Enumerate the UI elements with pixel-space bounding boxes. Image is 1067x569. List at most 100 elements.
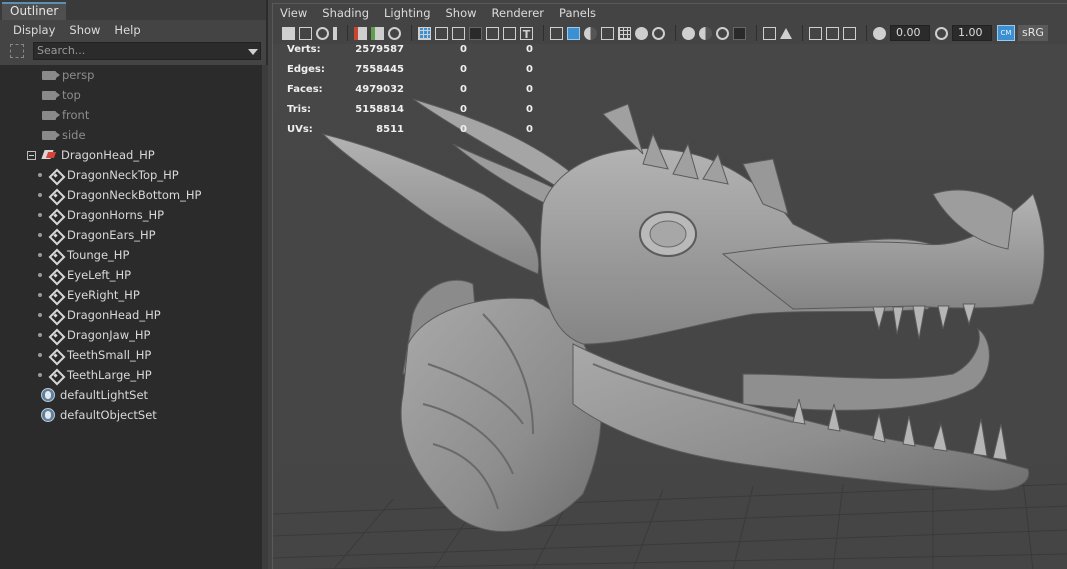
backface-culling-icon[interactable] [843,26,856,40]
use-all-lights-icon[interactable] [635,26,648,40]
menu-show[interactable]: Show [69,23,100,37]
outliner-item-persp[interactable]: persp [42,65,94,85]
grid-icon[interactable] [418,26,431,40]
menu-lighting[interactable]: Lighting [384,6,430,20]
viewport-canvas[interactable]: Verts: 2579587 0 0 Edges: 7558445 0 0 Fa… [273,44,1067,569]
mesh-icon [49,229,62,242]
multisample-aa-icon[interactable] [716,26,729,40]
safe-action-icon[interactable] [503,26,516,40]
outliner-item-mesh[interactable]: DragonNeckTop_HP [38,165,179,185]
smooth-shade-icon[interactable] [567,26,580,40]
hud-value: 0 [460,124,467,135]
safe-title-icon[interactable]: T [520,26,533,41]
grease-pencil-icon[interactable] [371,26,384,40]
menu-renderer[interactable]: Renderer [492,6,545,20]
camera-icon [42,110,60,120]
menu-shading[interactable]: Shading [322,6,369,20]
outliner-scrollbar[interactable] [262,65,268,569]
xray-joints-icon[interactable] [809,26,822,40]
wireframe-icon[interactable] [550,26,563,40]
gamma-field[interactable]: 1.00 [952,25,992,41]
outliner-item-label: DragonNeckTop_HP [67,168,179,182]
search-dropdown-icon[interactable] [248,49,258,55]
shadows-icon[interactable] [652,26,665,40]
hud-value: 0 [460,64,467,75]
outliner-item-label: DragonHorns_HP [67,208,165,222]
toolbar-divider [802,25,803,41]
outliner-item-label: DragonJaw_HP [67,328,151,342]
mesh-icon [49,329,62,342]
textured-icon[interactable] [618,26,631,40]
outliner-item-top[interactable]: top [42,85,81,105]
mesh-icon [49,169,62,182]
wireframe-on-shaded-icon[interactable] [601,26,614,40]
set-icon [41,408,55,422]
hud-value: 4979032 [355,84,404,95]
menu-help[interactable]: Help [114,23,140,37]
bookmark-icon[interactable] [316,26,329,40]
outliner-item-set[interactable]: defaultObjectSet [41,405,157,425]
camera-icon [42,70,60,80]
color-management-toggle[interactable]: CM [997,25,1015,41]
filter-icon[interactable] [10,44,24,58]
outliner-item-dragonhead-group[interactable]: DragonHead_HP [27,145,155,165]
tab-outliner[interactable]: Outliner [2,2,67,20]
camera-icon [42,90,60,100]
menu-view[interactable]: View [280,6,307,20]
outliner-item-mesh[interactable]: DragonHead_HP [38,305,161,325]
outliner-item-mesh[interactable]: EyeRight_HP [38,285,140,305]
xray-active-components-icon[interactable] [826,26,839,40]
mesh-icon [49,189,62,202]
menu-show[interactable]: Show [446,6,477,20]
outliner-item-mesh[interactable]: TeethLarge_HP [38,365,152,385]
outliner-item-mesh[interactable]: EyeLeft_HP [38,265,131,285]
screen-space-ao-icon[interactable] [682,26,695,40]
outliner-item-side[interactable]: side [42,125,86,145]
outliner-item-label: EyeRight_HP [67,288,140,302]
isolate-select-icon[interactable] [763,26,776,40]
outliner-item-label: front [62,108,90,122]
view-transform-dropdown[interactable]: sRG [1018,25,1048,41]
outliner-item-mesh[interactable]: DragonEars_HP [38,225,156,245]
camera-icon [42,130,60,140]
outliner-panel: Outliner Display Show Help Search... per… [0,0,268,569]
lock-camera-icon[interactable] [388,26,401,40]
mesh-icon [49,249,62,262]
hud-value: 2579587 [355,44,404,55]
gamma-icon[interactable] [935,26,948,40]
menu-display[interactable]: Display [13,23,55,37]
select-camera-icon[interactable] [282,26,295,40]
outliner-item-set[interactable]: defaultLightSet [41,385,148,405]
outliner-item-mesh[interactable]: DragonHorns_HP [38,205,164,225]
outliner-item-label: persp [62,68,95,82]
motion-blur-icon[interactable] [699,26,712,40]
outliner-item-mesh[interactable]: DragonNeckBottom_HP [38,185,201,205]
toolbar-divider [675,25,676,41]
image-plane-icon[interactable] [333,26,337,40]
exposure-field[interactable]: 0.00 [890,25,930,41]
collapse-icon[interactable] [27,150,36,160]
exposure-icon[interactable] [873,26,886,40]
hud-value: 8511 [376,124,404,135]
viewport-scene [273,98,1067,569]
default-material-icon[interactable] [584,26,597,40]
outliner-item-mesh[interactable]: TeethSmall_HP [38,345,151,365]
xray-icon[interactable] [780,27,792,39]
gate-mask-icon[interactable] [469,26,482,40]
2d-pan-zoom-icon[interactable] [354,26,367,40]
outliner-item-front[interactable]: front [42,105,89,125]
outliner-item-mesh[interactable]: DragonJaw_HP [38,325,150,345]
field-chart-icon[interactable] [486,26,499,40]
resolution-gate-icon[interactable] [452,26,465,40]
camera-attributes-icon[interactable] [299,26,312,40]
outliner-item-label: DragonHead_HP [67,308,161,322]
toolbar-divider [866,25,867,41]
search-input[interactable]: Search... [33,42,261,60]
film-gate-icon[interactable] [435,26,448,40]
menu-panels[interactable]: Panels [559,6,596,20]
outliner-item-mesh[interactable]: Tounge_HP [38,245,129,265]
tree-connector-icon [38,313,42,317]
tree-connector-icon [38,253,42,257]
depth-of-field-icon[interactable] [733,26,746,40]
tree-connector-icon [38,213,42,217]
